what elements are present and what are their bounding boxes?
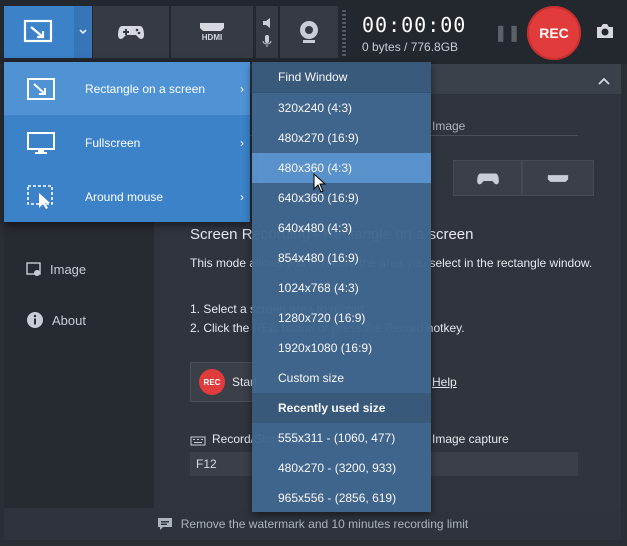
camera-icon[interactable]	[595, 23, 615, 44]
audio-toggles	[256, 6, 278, 58]
recent-size-option[interactable]: 555x311 - (1060, 477)	[252, 423, 431, 453]
around-mouse-icon	[27, 184, 53, 209]
sidebar-item-about[interactable]: About	[26, 311, 86, 329]
hdmi-icon	[200, 23, 224, 31]
size-option[interactable]: 854x480 (16:9)	[252, 243, 431, 273]
rec-button[interactable]: REC	[527, 6, 581, 60]
menu-item-fullscreen[interactable]: Fullscreen ›	[4, 116, 250, 169]
chevron-down-icon	[79, 29, 87, 35]
menu-item-label: Fullscreen	[85, 135, 141, 150]
sidebar-item-label: Image	[50, 261, 87, 277]
storage-status: 0 bytes / 776.8GB	[362, 40, 459, 54]
speaker-icon[interactable]	[261, 16, 273, 30]
size-option-highlighted[interactable]: 480x360 (4:3)	[252, 153, 431, 183]
size-option[interactable]: 1280x720 (16:9)	[252, 303, 431, 333]
level-meter	[342, 10, 346, 56]
rec-small-icon: REC	[199, 369, 225, 395]
sidebar-item-image[interactable]: Image	[26, 261, 86, 277]
microphone-icon[interactable]	[262, 34, 272, 48]
mode-tile-game[interactable]	[453, 160, 522, 196]
size-option[interactable]: 320x240 (4:3)	[252, 93, 431, 123]
hdmi-label: HDMI	[201, 33, 223, 42]
hdmi-icon	[547, 174, 569, 182]
menu-item-label: Around mouse	[85, 189, 164, 204]
screen-mode-button[interactable]	[4, 6, 74, 58]
game-mode-button[interactable]	[93, 6, 169, 58]
tab-image[interactable]: Image	[432, 119, 465, 133]
menu-item-custom-size[interactable]: Custom size	[252, 363, 431, 393]
size-option[interactable]: 480x270 (16:9)	[252, 123, 431, 153]
gamepad-icon	[476, 173, 499, 184]
image-settings-icon	[26, 262, 41, 276]
screen-mode-dropdown[interactable]	[74, 6, 92, 58]
rectangle-screen-icon	[23, 19, 53, 43]
size-option[interactable]: 1920x1080 (16:9)	[252, 333, 431, 363]
menu-item-around-mouse[interactable]: Around mouse ›	[4, 170, 250, 223]
chevron-right-icon: ›	[240, 135, 244, 150]
size-option[interactable]: 640x480 (4:3)	[252, 213, 431, 243]
menu-item-find-window[interactable]: Find Window	[252, 62, 431, 92]
image-capture-label: Image capture	[432, 432, 509, 446]
gamepad-icon	[118, 26, 144, 39]
size-option[interactable]: 1024x768 (4:3)	[252, 273, 431, 303]
webcam-icon	[300, 21, 318, 43]
recent-sizes-header: Recently used size	[252, 393, 431, 423]
size-option[interactable]: 640x360 (16:9)	[252, 183, 431, 213]
monitor-icon	[27, 131, 55, 154]
menu-item-label: Rectangle on a screen	[85, 81, 206, 96]
size-submenu: Find Window 320x240 (4:3) 480x270 (16:9)…	[252, 62, 431, 512]
recording-timer: 00:00:00	[362, 13, 467, 37]
rectangle-screen-icon	[27, 77, 55, 100]
chevron-right-icon: ›	[240, 81, 244, 96]
recent-size-option[interactable]: 480x270 - (3200, 933)	[252, 453, 431, 483]
webcam-button[interactable]	[280, 6, 338, 58]
hdmi-mode-button[interactable]: HDMI	[171, 6, 253, 58]
chat-icon	[157, 518, 172, 530]
collapse-icon[interactable]	[598, 72, 610, 90]
hotkey-value: F12	[196, 457, 217, 471]
mouse-cursor-icon	[313, 172, 327, 198]
chevron-right-icon: ›	[240, 189, 244, 204]
recent-size-option[interactable]: 965x556 - (2856, 619)	[252, 483, 431, 513]
info-icon	[27, 312, 43, 328]
mode-tile-hdmi[interactable]	[522, 160, 594, 196]
pause-icon[interactable]: ❚❚	[494, 23, 521, 43]
help-link[interactable]: Help	[432, 375, 457, 389]
keyboard-icon	[190, 433, 206, 451]
screen-mode-menu: Rectangle on a screen › Fullscreen › Aro…	[4, 62, 250, 222]
menu-item-rectangle[interactable]: Rectangle on a screen ›	[4, 62, 250, 115]
sidebar-item-label: About	[52, 312, 86, 328]
footer-text: Remove the watermark and 10 minutes reco…	[180, 517, 469, 531]
